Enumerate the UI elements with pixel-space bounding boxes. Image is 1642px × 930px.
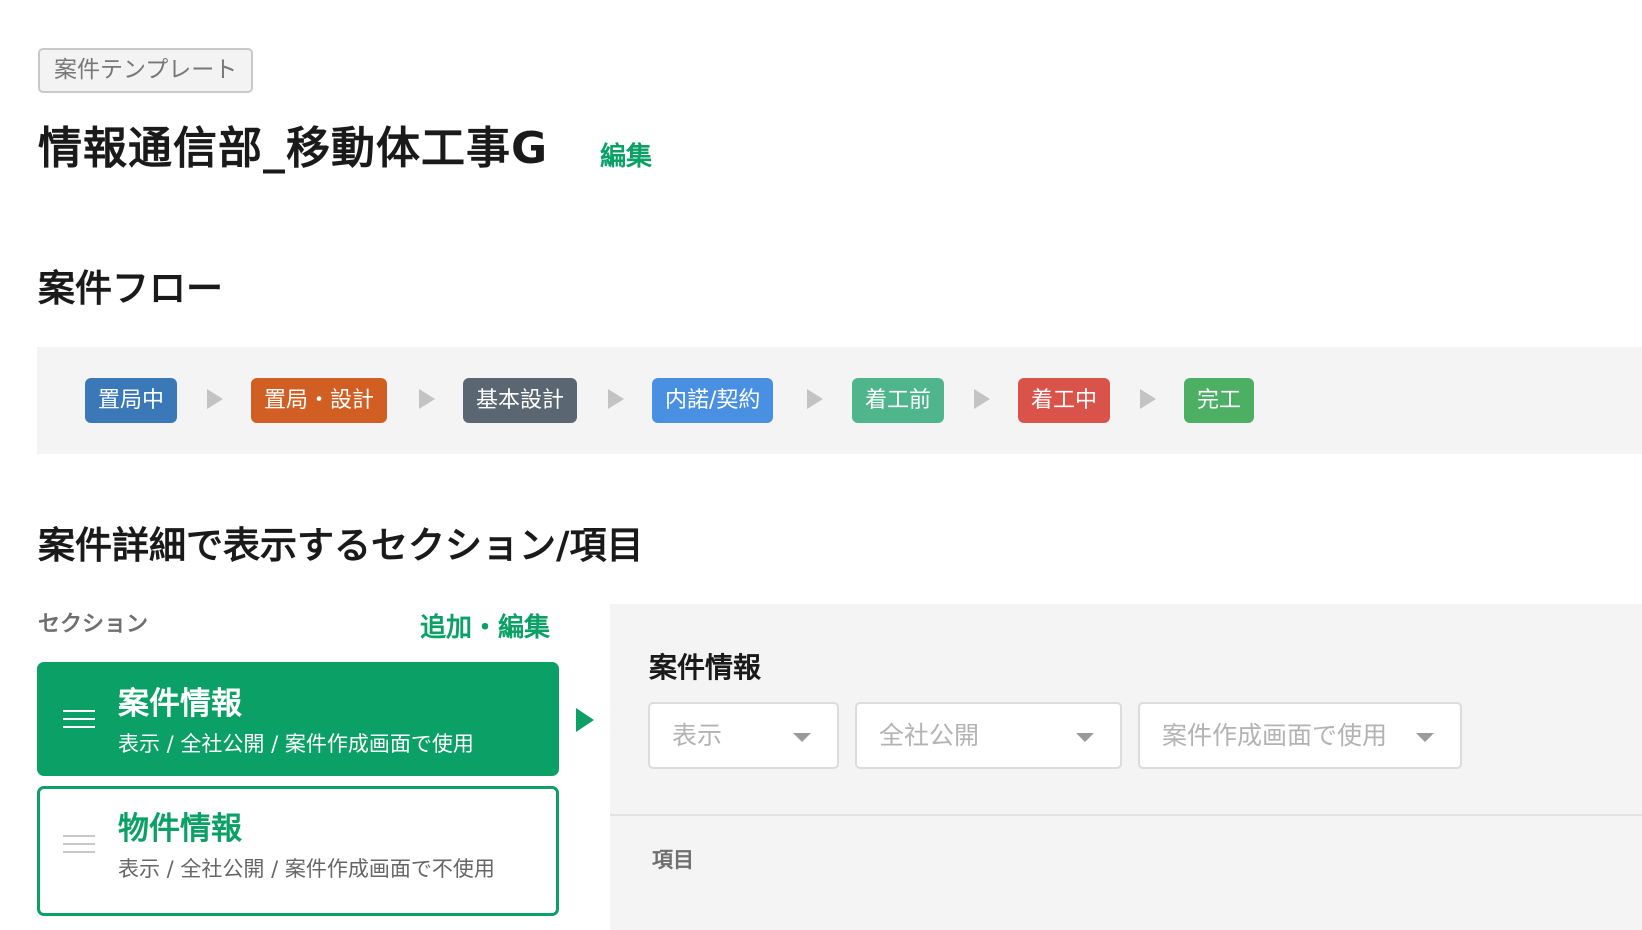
flow-arrow-icon [207, 389, 223, 409]
chevron-down-icon [1416, 733, 1434, 742]
chevron-down-icon [793, 733, 811, 742]
section-card-subtitle: 表示 / 全社公開 / 案件作成画面で使用 [118, 732, 474, 756]
create-screen-dropdown[interactable]: 案件作成画面で使用 [1138, 702, 1462, 769]
items-label: 項目 [652, 848, 694, 872]
section-detail-panel: 案件情報 表示 全社公開 案件作成画面で使用 項目 [610, 604, 1642, 930]
dropdown-value: 表示 [672, 721, 723, 750]
flow-step-5[interactable]: 着工前 [852, 378, 945, 423]
divider [610, 814, 1642, 816]
panel-title: 案件情報 [649, 651, 762, 684]
edit-title-link[interactable]: 編集 [600, 136, 652, 173]
flow-container: 置局中 置局・設計 基本設計 内諾/契約 着工前 着工中 完工 [37, 347, 1642, 454]
dropdown-value: 全社公開 [879, 721, 980, 750]
flow-step-7[interactable]: 完工 [1184, 378, 1255, 423]
flow-arrow-icon [974, 389, 990, 409]
details-heading: 案件詳細で表示するセクション/項目 [38, 524, 644, 567]
flow-arrow-icon [807, 389, 823, 409]
section-card[interactable]: 物件情報 表示 / 全社公開 / 案件作成画面で不使用 [37, 786, 559, 916]
visibility-dropdown[interactable]: 表示 [648, 702, 839, 769]
flow-step-4[interactable]: 内諾/契約 [652, 378, 774, 423]
flow-step-1[interactable]: 置局中 [85, 378, 178, 423]
page-title: 情報通信部_移動体工事G [38, 123, 549, 174]
flow-step-6[interactable]: 着工中 [1018, 378, 1111, 423]
dropdown-value: 案件作成画面で使用 [1162, 721, 1388, 750]
section-card-title: 物件情報 [118, 811, 242, 847]
selected-arrow-icon [576, 708, 594, 732]
flow-step-2[interactable]: 置局・設計 [251, 378, 388, 423]
add-edit-link[interactable]: 追加・編集 [420, 607, 550, 644]
section-card-title: 案件情報 [118, 686, 242, 722]
flow-arrow-icon [419, 389, 435, 409]
flow-heading: 案件フロー [38, 267, 223, 310]
flow-step-3[interactable]: 基本設計 [463, 378, 578, 423]
scope-dropdown[interactable]: 全社公開 [855, 702, 1122, 769]
flow-arrow-icon [608, 389, 624, 409]
section-card-selected[interactable]: 案件情報 表示 / 全社公開 / 案件作成画面で使用 [37, 662, 559, 776]
section-column-label: セクション [38, 612, 149, 637]
chevron-down-icon [1076, 733, 1094, 742]
section-card-subtitle: 表示 / 全社公開 / 案件作成画面で不使用 [118, 857, 495, 881]
flow-arrow-icon [1140, 389, 1156, 409]
drag-handle-icon[interactable] [63, 835, 95, 853]
drag-handle-icon[interactable] [63, 710, 95, 728]
template-tag: 案件テンプレート [38, 48, 254, 93]
